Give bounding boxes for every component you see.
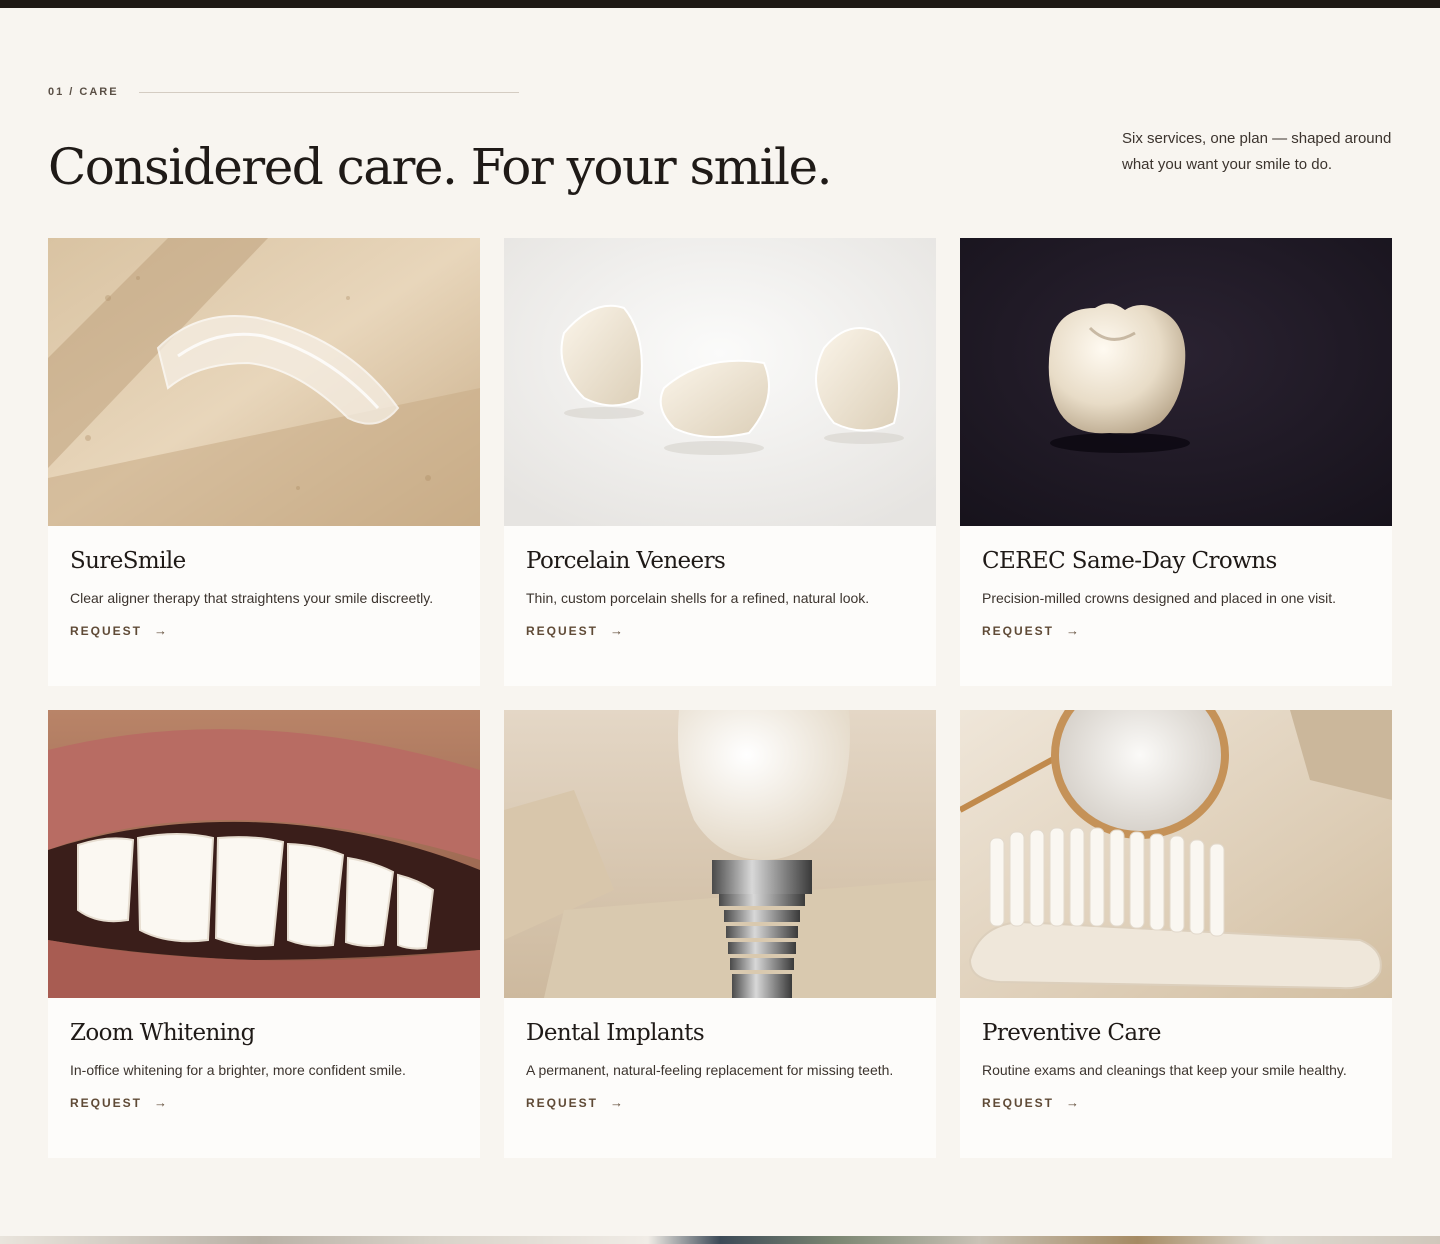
top-bar bbox=[0, 0, 1440, 8]
service-card-suresmile[interactable]: SureSmile Clear aligner therapy that str… bbox=[48, 238, 480, 686]
service-card-veneers[interactable]: Porcelain Veneers Thin, custom porcelain… bbox=[504, 238, 936, 686]
crown-image bbox=[960, 238, 1392, 526]
eyebrow-divider bbox=[138, 91, 519, 93]
card-description: Clear aligner therapy that straightens y… bbox=[70, 590, 434, 606]
request-link[interactable]: REQUEST → bbox=[526, 1095, 623, 1110]
card-title: CEREC Same-Day Crowns bbox=[982, 548, 1277, 574]
arrow-right-icon: → bbox=[1066, 1095, 1080, 1110]
request-link[interactable]: REQUEST → bbox=[70, 1095, 167, 1110]
request-link[interactable]: REQUEST → bbox=[982, 1095, 1079, 1110]
section-intro: Six services, one plan — shaped around w… bbox=[1122, 130, 1392, 173]
eyebrow-label: 01 / CARE bbox=[48, 86, 119, 98]
card-description: Routine exams and cleanings that keep yo… bbox=[982, 1062, 1347, 1078]
request-link[interactable]: REQUEST → bbox=[526, 623, 623, 638]
request-link[interactable]: REQUEST → bbox=[70, 623, 167, 638]
card-description: In-office whitening for a brighter, more… bbox=[70, 1062, 406, 1078]
request-label: REQUEST bbox=[526, 623, 599, 638]
request-label: REQUEST bbox=[526, 1095, 599, 1110]
request-label: REQUEST bbox=[70, 1095, 143, 1110]
arrow-right-icon: → bbox=[1066, 623, 1080, 638]
service-card-whitening[interactable]: Zoom Whitening In-office whitening for a… bbox=[48, 710, 480, 1158]
smile-image bbox=[48, 710, 480, 998]
section-headline: Considered care. For your smile. bbox=[48, 138, 833, 196]
service-card-crowns[interactable]: CEREC Same-Day Crowns Precision-milled c… bbox=[960, 238, 1392, 686]
card-title: SureSmile bbox=[70, 548, 186, 574]
card-description: A permanent, natural-feeling replacement… bbox=[526, 1062, 894, 1078]
service-card-implants[interactable]: Dental Implants A permanent, natural-fee… bbox=[504, 710, 936, 1158]
card-title: Preventive Care bbox=[982, 1020, 1162, 1046]
service-card-preventive[interactable]: Preventive Care Routine exams and cleani… bbox=[960, 710, 1392, 1158]
card-title: Zoom Whitening bbox=[70, 1020, 255, 1046]
arrow-right-icon: → bbox=[154, 623, 168, 638]
request-link[interactable]: REQUEST → bbox=[982, 623, 1079, 638]
arrow-right-icon: → bbox=[610, 1095, 624, 1110]
request-label: REQUEST bbox=[982, 623, 1055, 638]
aligner-image bbox=[48, 238, 480, 526]
request-label: REQUEST bbox=[982, 1095, 1055, 1110]
card-description: Thin, custom porcelain shells for a refi… bbox=[526, 590, 870, 606]
card-description: Precision-milled crowns designed and pla… bbox=[982, 590, 1337, 606]
section-eyebrow: 01 / CARE bbox=[48, 86, 519, 98]
implant-image bbox=[504, 710, 936, 998]
veneers-image bbox=[504, 238, 936, 526]
card-title: Porcelain Veneers bbox=[526, 548, 726, 574]
arrow-right-icon: → bbox=[154, 1095, 168, 1110]
card-title: Dental Implants bbox=[526, 1020, 705, 1046]
request-label: REQUEST bbox=[70, 623, 143, 638]
toothbrush-mirror-image bbox=[960, 710, 1392, 998]
next-section-image-strip bbox=[0, 1236, 1440, 1244]
arrow-right-icon: → bbox=[610, 623, 624, 638]
